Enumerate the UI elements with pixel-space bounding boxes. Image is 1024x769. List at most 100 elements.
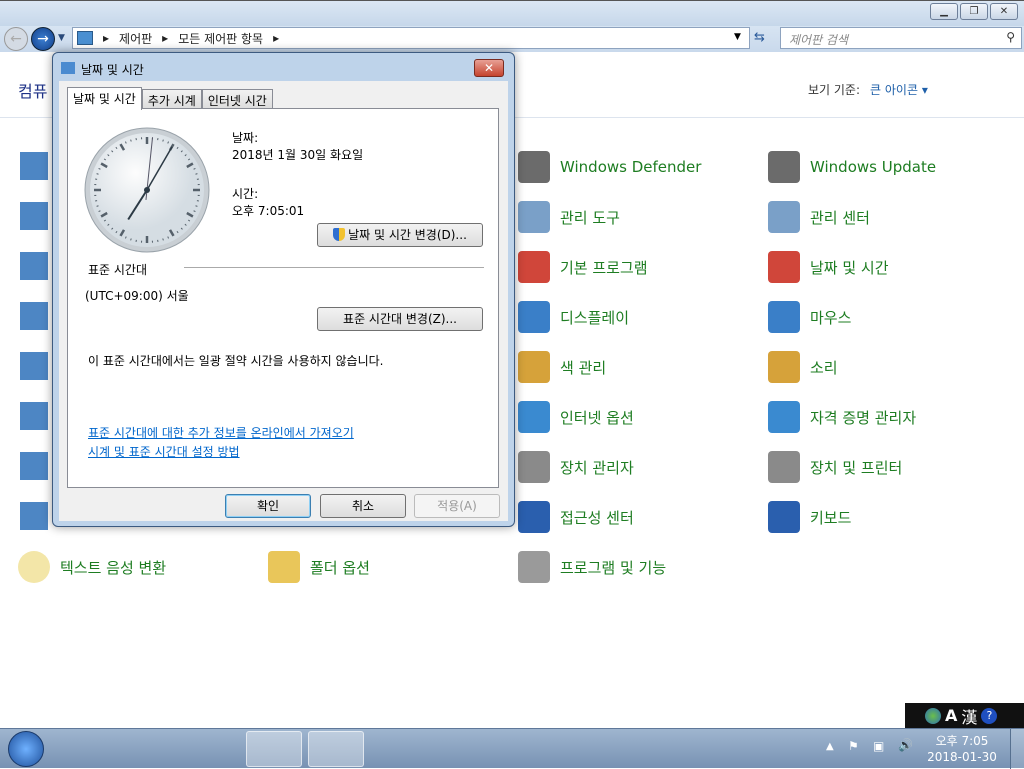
minimize-button[interactable]: ▁ xyxy=(930,3,958,20)
item-icon xyxy=(768,301,800,333)
control-panel-item[interactable]: 소리 xyxy=(768,349,838,385)
dialog-close-button[interactable]: ✕ xyxy=(474,59,504,77)
address-dropdown[interactable]: ▼ xyxy=(734,32,741,42)
control-panel-item[interactable]: 관리 도구 xyxy=(518,199,620,235)
item-label: 장치 관리자 xyxy=(560,457,634,478)
change-timezone-button[interactable]: 표준 시간대 변경(Z)... xyxy=(317,307,483,331)
ime-mode-button[interactable]: A xyxy=(945,706,957,725)
tab-panel: 날짜: 2018년 1월 30일 화요일 시간: 오후 7:05:01 날짜 및… xyxy=(67,108,499,488)
item-label: 접근성 센터 xyxy=(560,507,634,528)
time-value: 오후 7:05:01 xyxy=(232,202,304,219)
item-icon xyxy=(518,551,550,583)
taskbar-explorer[interactable] xyxy=(184,731,240,767)
item-icon xyxy=(768,151,800,183)
forward-button[interactable]: → xyxy=(31,27,55,51)
item-icon xyxy=(768,501,800,533)
view-by-dropdown[interactable]: 큰 아이콘 ▾ xyxy=(870,83,928,97)
show-desktop-button[interactable] xyxy=(1010,729,1024,769)
control-panel-item[interactable]: 기본 프로그램 xyxy=(518,249,648,285)
volume-icon[interactable]: 🔊 xyxy=(898,738,913,752)
change-date-time-button[interactable]: 날짜 및 시간 변경(D)... xyxy=(317,223,483,247)
refresh-button[interactable]: ⇆ xyxy=(754,30,765,45)
item-label: 기본 프로그램 xyxy=(560,257,648,278)
search-input[interactable]: 제어판 검색⚲ xyxy=(780,27,1022,49)
control-panel-item[interactable]: 색 관리 xyxy=(518,349,606,385)
item-icon xyxy=(518,301,550,333)
clock-tick xyxy=(163,239,164,241)
breadcrumb-separator: ▸ xyxy=(162,31,168,45)
control-panel-item[interactable]: 인터넷 옵션 xyxy=(518,399,634,435)
tab-internet-time[interactable]: 인터넷 시간 xyxy=(202,89,273,109)
window-titlebar: ▁ ❐ ✕ xyxy=(0,0,1024,26)
view-by: 보기 기준:큰 아이콘 ▾ xyxy=(808,81,928,98)
item-label: 장치 및 프린터 xyxy=(810,457,902,478)
cancel-button[interactable]: 취소 xyxy=(320,494,406,518)
apply-button[interactable]: 적용(A) xyxy=(414,494,500,518)
date-time-dialog: 날짜 및 시간 ✕ 날짜 및 시간 추가 시계 인터넷 시간 날짜: 2018년… xyxy=(52,52,515,527)
control-panel-item[interactable]: 장치 및 프린터 xyxy=(768,449,902,485)
item-label: 색 관리 xyxy=(560,357,606,378)
control-panel-item[interactable]: Windows Defender xyxy=(518,149,701,185)
tab-date-time[interactable]: 날짜 및 시간 xyxy=(67,87,142,110)
item-label: 프로그램 및 기능 xyxy=(560,557,666,578)
item-icon xyxy=(768,251,800,283)
recent-pages-dropdown[interactable]: ▼ xyxy=(58,33,65,43)
network-icon[interactable]: ▣ xyxy=(873,739,884,753)
clock-tick xyxy=(196,174,198,175)
item-label: Windows Defender xyxy=(560,158,701,176)
control-panel-item[interactable]: 디스플레이 xyxy=(518,299,629,335)
control-panel-item[interactable]: 자격 증명 관리자 xyxy=(768,399,916,435)
show-hidden-icons[interactable]: ▲ xyxy=(826,741,834,752)
item-label: 인터넷 옵션 xyxy=(560,407,634,428)
clock-tick xyxy=(163,140,164,142)
item-icon xyxy=(518,251,550,283)
item-label: 자격 증명 관리자 xyxy=(810,407,916,428)
calendar-clock-icon xyxy=(61,62,75,74)
taskbar-control-panel[interactable] xyxy=(246,731,302,767)
control-panel-item[interactable]: 날짜 및 시간 xyxy=(768,249,889,285)
timezone-info-link[interactable]: 표준 시간대에 대한 추가 정보를 온라인에서 가져오기 xyxy=(88,424,354,441)
control-panel-item[interactable]: 접근성 센터 xyxy=(518,499,634,535)
clock-tick xyxy=(97,174,99,175)
search-icon[interactable]: ⚲ xyxy=(1006,30,1015,44)
settings-howto-link[interactable]: 시계 및 표준 시간대 설정 방법 xyxy=(88,443,240,460)
control-panel-item[interactable]: 장치 관리자 xyxy=(518,449,634,485)
help-icon[interactable]: ? xyxy=(981,708,997,724)
control-panel-item[interactable]: 관리 센터 xyxy=(768,199,870,235)
control-panel-item[interactable]: 마우스 xyxy=(768,299,851,335)
taskbar-server-manager[interactable] xyxy=(60,731,116,767)
taskbar-powershell[interactable] xyxy=(122,731,178,767)
item-icon xyxy=(768,351,800,383)
item-icon xyxy=(518,151,550,183)
tray-clock[interactable]: 오후 7:052018-01-30 xyxy=(922,733,1002,765)
clock-tick xyxy=(131,140,132,142)
breadcrumb-item[interactable]: 제어판 xyxy=(119,30,152,47)
taskbar-date-time[interactable] xyxy=(308,731,364,767)
ok-button[interactable]: 확인 xyxy=(225,494,311,518)
date-label: 날짜: xyxy=(232,129,258,146)
close-button[interactable]: ✕ xyxy=(990,3,1018,20)
item-icon xyxy=(518,451,550,483)
maximize-button[interactable]: ❐ xyxy=(960,3,988,20)
control-panel-item[interactable]: 프로그램 및 기능 xyxy=(518,549,666,585)
ime-hanja-button[interactable]: 漢 xyxy=(961,704,977,728)
start-button[interactable] xyxy=(8,731,44,767)
ime-options-icon[interactable] xyxy=(925,708,941,724)
page-title: 컴퓨 xyxy=(18,78,47,102)
back-button[interactable]: ← xyxy=(4,27,28,51)
action-center-flag-icon[interactable]: ⚑ xyxy=(848,739,859,753)
tab-additional-clocks[interactable]: 추가 시계 xyxy=(142,89,202,109)
item-icon xyxy=(768,451,800,483)
item-label: 디스플레이 xyxy=(560,307,629,328)
control-panel-item[interactable]: Windows Update xyxy=(768,149,936,185)
item-label: 관리 센터 xyxy=(810,207,870,228)
item-icon xyxy=(518,351,550,383)
item-icon xyxy=(518,201,550,233)
item-icon xyxy=(768,401,800,433)
item-folder-options[interactable]: 폴더 옵션 xyxy=(268,549,370,585)
item-text-to-speech[interactable]: 텍스트 음성 변환 xyxy=(18,549,166,585)
address-bar[interactable]: ▸ 제어판 ▸ 모든 제어판 항목 ▸ xyxy=(72,27,750,49)
control-panel-item[interactable]: 키보드 xyxy=(768,499,851,535)
breadcrumb-item[interactable]: 모든 제어판 항목 xyxy=(178,30,263,47)
clock-tick xyxy=(131,239,132,241)
